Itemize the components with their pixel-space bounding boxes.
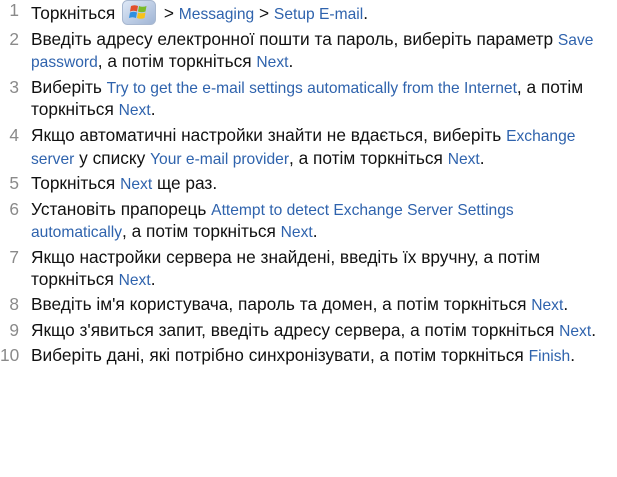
step-text: > [159,3,179,23]
step-text: ще раз. [152,173,218,194]
step-text: Виберіть дані, які потрібно синхронізува… [31,345,529,366]
ui-term-auto-settings: Try to get the e-mail settings automatic… [106,79,517,97]
step-text: Якщо настройки сервера не знайдені, введ… [31,246,541,289]
step-6: 6 Установіть прапорець Attempt to detect… [0,199,617,244]
step-4: 4 Якщо автоматичні настройки знайти не в… [0,125,617,170]
step-text: Виберіть [31,76,107,97]
step-number: 6 [9,198,19,219]
step-number: 10 [0,345,20,366]
step-text: . [570,345,576,366]
step-number: 4 [9,124,19,145]
step-text: Торкніться [31,173,121,194]
step-5: 5 Торкніться Next ще раз. [0,173,617,196]
step-text: . [150,268,156,289]
step-10: 10 Виберіть дані, які потрібно синхроніз… [0,345,617,368]
step-8: 8 Введіть ім'я користувача, пароль та до… [0,294,617,317]
step-text: . [312,221,318,242]
ui-term-next: Next [447,150,480,168]
step-text: . [591,319,597,340]
ui-term-next: Next [280,224,313,242]
step-number: 5 [9,173,19,194]
step-text: Торкніться [31,3,121,23]
step-number: 7 [9,246,19,267]
step-text: , а потім торкніться [97,51,257,72]
step-text: Введіть адресу електронної пошти та паро… [31,28,558,49]
ui-term-next: Next [118,271,151,289]
step-9: 9 Якщо з'явиться запит, введіть адресу с… [0,320,617,343]
step-number: 9 [9,319,19,340]
step-text: . [363,3,369,23]
step-text: > [254,3,274,23]
step-2: 2 Введіть адресу електронної пошти та па… [0,29,617,74]
step-text: . [288,51,294,72]
step-number: 1 [9,0,19,20]
step-text: Введіть ім'я користувача, пароль та доме… [31,294,532,315]
ui-term-finish: Finish [528,348,571,366]
step-1: 1 Торкніться > Messaging > Setup E-mail. [0,0,617,26]
step-text: Якщо з'явиться запит, введіть адресу сер… [31,319,560,340]
step-number: 8 [9,294,19,315]
step-text: . [150,99,156,120]
step-text: Установіть прапорець [31,198,212,219]
step-text: Якщо автоматичні настройки знайти не вда… [31,124,507,145]
windows-start-icon [122,0,157,25]
ui-term-next: Next [531,297,564,315]
ui-term-next: Next [256,54,289,72]
ui-term-next: Next [118,102,151,120]
setup-email-steps: 1 Торкніться > Messaging > Setup E-mail.… [0,0,617,371]
step-text: . [479,147,485,168]
step-text: у списку [74,147,151,168]
step-number: 2 [9,28,19,49]
step-text: , а потім торкніться [122,221,281,242]
ui-term-messaging: Messaging [178,6,255,23]
ui-term-email-provider: Your e-mail provider [150,150,290,168]
ui-term-next: Next [120,176,153,194]
step-text: , а потім торкніться [289,147,448,168]
ui-term-setup-email: Setup E-mail [273,6,364,23]
step-text: . [563,294,569,315]
step-number: 3 [9,76,19,97]
step-3: 3 Виберіть Try to get the e-mail setting… [0,77,617,122]
ui-term-next: Next [559,322,592,340]
step-7: 7 Якщо настройки сервера не знайдені, вв… [0,247,617,291]
